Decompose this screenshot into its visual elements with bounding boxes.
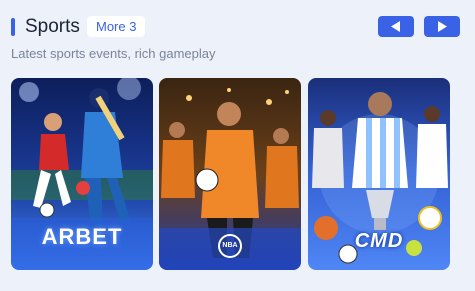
- more-button[interactable]: More 3: [87, 16, 146, 37]
- triangle-left-icon: [391, 21, 400, 32]
- triangle-right-icon: [438, 21, 447, 32]
- game-card-list: ARBET NBA CMD: [11, 78, 453, 270]
- game-card-arbet[interactable]: ARBET: [11, 78, 153, 270]
- next-button[interactable]: [424, 16, 460, 37]
- section-subtitle: Latest sports events, rich gameplay: [11, 46, 216, 61]
- section-title: Sports: [25, 16, 80, 37]
- nba-logo: NBA: [218, 234, 242, 258]
- title-accent-bar: [11, 18, 15, 36]
- arbet-logo: ARBET: [41, 224, 123, 249]
- game-card-cmd[interactable]: CMD: [308, 78, 450, 270]
- game-card-nba[interactable]: NBA: [159, 78, 301, 270]
- prev-button[interactable]: [378, 16, 414, 37]
- section-header: Sports More 3: [11, 15, 463, 39]
- cmd-logo: CMD: [354, 230, 404, 252]
